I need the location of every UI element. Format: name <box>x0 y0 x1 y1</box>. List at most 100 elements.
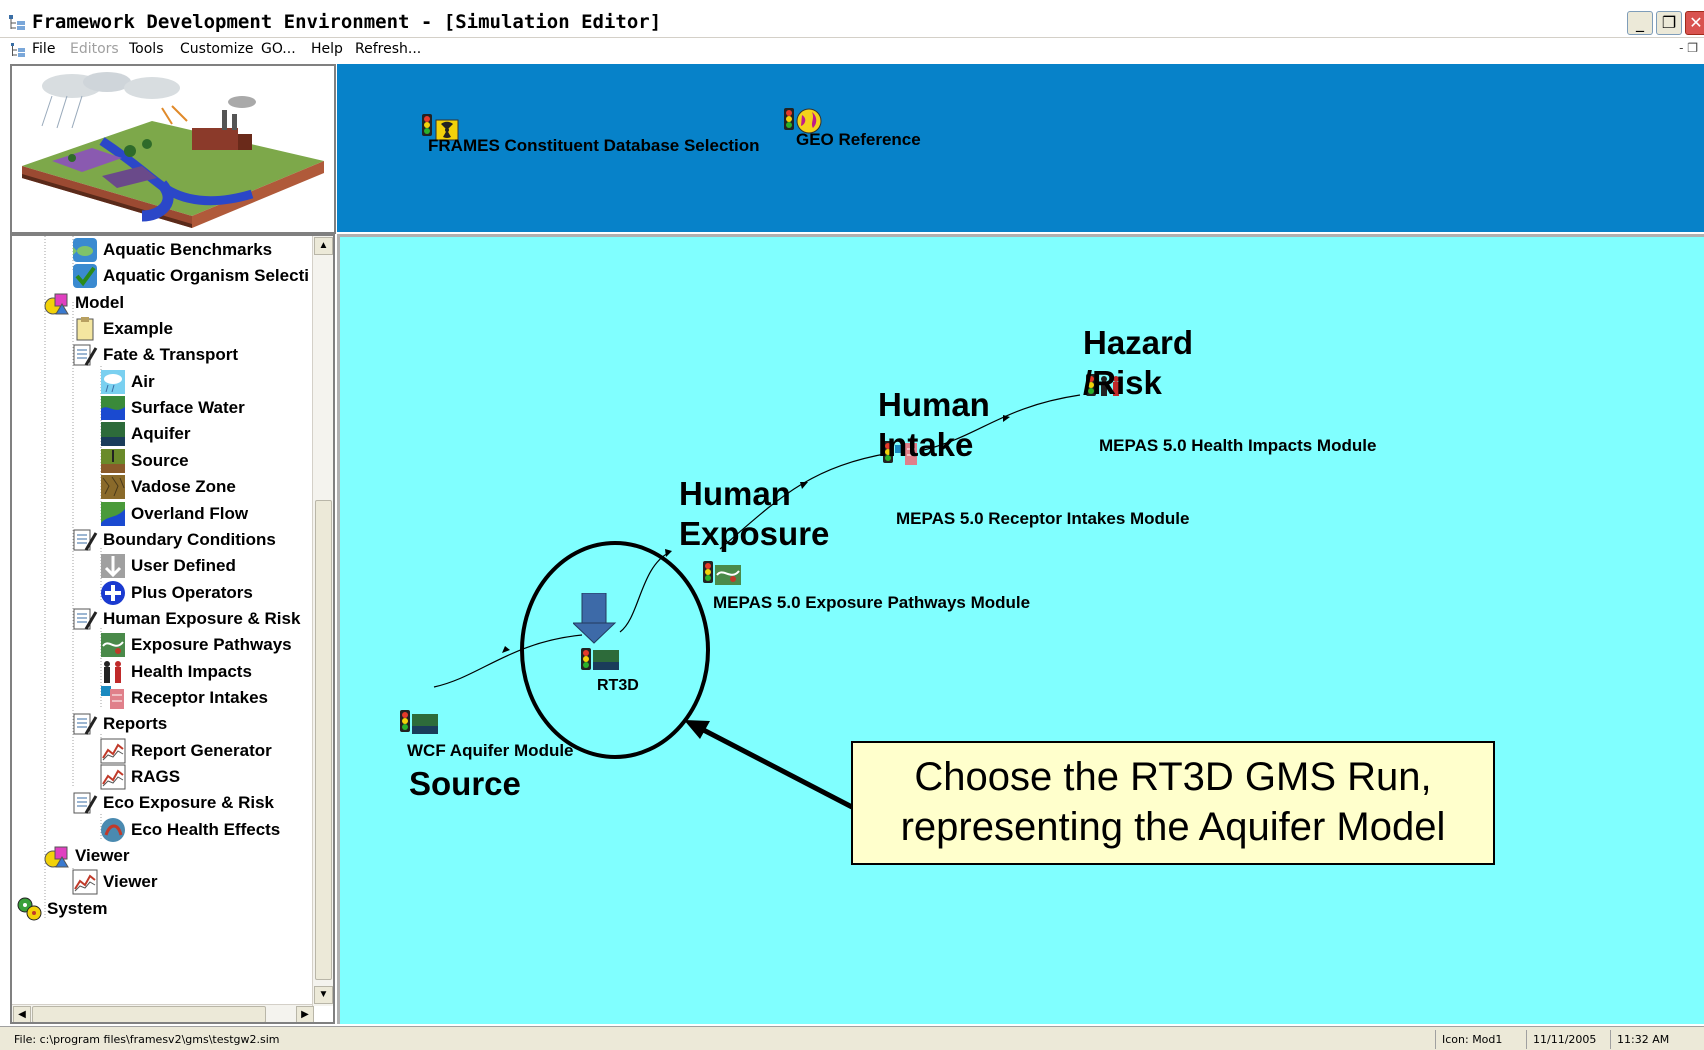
tree-item-label: Eco Health Effects <box>131 819 281 839</box>
connection-rt3d-to-exposure <box>619 551 671 633</box>
tree-item-label: Aquatic Organism Selecti <box>103 266 309 286</box>
plus-circle-icon <box>101 580 125 605</box>
node-label-exposure-pathways[interactable]: MEPAS 5.0 Exposure Pathways Module <box>713 593 1030 613</box>
tree-item-health-impacts[interactable]: Health Impacts <box>100 659 252 685</box>
app-tree-icon[interactable] <box>8 14 26 32</box>
simulation-canvas[interactable]: WCF Aquifer Module RT3D MEPAS 5.0 Exposu… <box>337 234 1704 1024</box>
tree-item-fate-transport[interactable]: Fate & Transport <box>72 342 238 368</box>
module-label-geo-reference[interactable]: GEO Reference <box>796 130 921 150</box>
node-label-receptor-intakes[interactable]: MEPAS 5.0 Receptor Intakes Module <box>896 509 1189 529</box>
tree-item-label: Eco Exposure & Risk <box>103 793 275 813</box>
tree-item-eco-exposure-risk[interactable]: Eco Exposure & Risk <box>72 790 274 816</box>
stage-label-source: Source <box>409 765 521 802</box>
user-defined-icon <box>101 554 125 579</box>
tree-item-label: RAGS <box>131 767 181 786</box>
tree-item-label: Vadose Zone <box>131 477 236 497</box>
horizontal-scroll-thumb[interactable] <box>32 1006 266 1022</box>
tree-item-aquatic-benchmarks[interactable]: Aquatic Benchmarks <box>72 237 272 263</box>
scroll-up-arrow-icon[interactable]: ▲ <box>314 237 333 255</box>
tree-item-exposure-pathways[interactable]: Exposure Pathways <box>100 632 292 658</box>
tree-item-aquifer[interactable]: Aquifer <box>100 421 191 447</box>
eco-health-icon <box>101 817 125 842</box>
tree-item-rags[interactable]: RAGS <box>100 764 180 790</box>
source-icon <box>101 448 125 473</box>
callout-line-1: Choose the RT3D GMS Run, <box>914 755 1432 799</box>
tree-item-system[interactable]: System <box>16 896 107 922</box>
menu-file[interactable]: File <box>32 41 55 57</box>
scroll-thumb[interactable] <box>315 500 332 980</box>
tree-horizontal-scrollbar[interactable]: ◀ ▶ <box>12 1004 314 1022</box>
tree-item-label: Aquifer <box>131 424 191 444</box>
scroll-left-arrow-icon[interactable]: ◀ <box>13 1006 31 1022</box>
callout-pointer-arrow <box>688 720 854 810</box>
tree-vertical-scrollbar[interactable]: ▲ ▼ <box>312 236 333 1006</box>
tree-item-label: Fate & Transport <box>103 345 239 365</box>
window-title: Framework Development Environment - [Sim… <box>32 11 662 33</box>
tree-item-label: Surface Water <box>131 398 245 418</box>
tree-item-overland-flow[interactable]: Overland Flow <box>100 501 248 527</box>
minimize-button[interactable]: _ <box>1627 11 1653 35</box>
menu-customize[interactable]: Customize <box>180 41 254 57</box>
node-label-health-impacts[interactable]: MEPAS 5.0 Health Impacts Module <box>1099 436 1376 456</box>
tree-item-surface-water[interactable]: Surface Water <box>100 395 245 421</box>
air-cloud-icon <box>101 369 125 394</box>
tree-item-label: Receptor Intakes <box>131 687 268 707</box>
line-graph-icon <box>100 764 126 790</box>
menu-go[interactable]: GO... <box>261 41 296 57</box>
tree-item-report-generator[interactable]: Report Generator <box>100 738 272 764</box>
tree-item-viewer[interactable]: Viewer <box>44 843 130 869</box>
system-gears-icon <box>17 897 42 921</box>
tree-item-user-defined[interactable]: User Defined <box>100 553 236 579</box>
status-date: 11/11/2005 <box>1526 1030 1596 1049</box>
tree-item-label: User Defined <box>131 556 236 576</box>
tree-item-air[interactable]: Air <box>100 369 155 395</box>
title-bar: Framework Development Environment - [Sim… <box>0 8 1704 38</box>
tree-item-source[interactable]: Source <box>100 448 189 474</box>
line-graph-icon <box>100 738 126 764</box>
tree-item-boundary-conditions[interactable]: Boundary Conditions <box>72 527 276 553</box>
node-label-rt3d[interactable]: RT3D <box>597 677 639 695</box>
connection-wcf-to-rt3d <box>433 634 583 688</box>
menu-refresh[interactable]: Refresh... <box>355 41 421 57</box>
menu-editors[interactable]: Editors <box>70 41 119 57</box>
scroll-down-arrow-icon[interactable]: ▼ <box>314 986 333 1004</box>
aquifer-module-icon[interactable] <box>398 708 440 736</box>
tree-item-example[interactable]: Example <box>72 316 173 342</box>
tree-item-viewer[interactable]: Viewer <box>72 869 158 895</box>
tree-item-human-exposure-risk[interactable]: Human Exposure & Risk <box>72 606 300 632</box>
node-label-wcf-aquifer[interactable]: WCF Aquifer Module <box>407 741 574 761</box>
menu-tools[interactable]: Tools <box>129 41 164 57</box>
overland-flow-icon <box>101 501 125 526</box>
tree-item-label: Viewer <box>103 872 158 892</box>
exposure-pathways-module-icon[interactable] <box>701 559 743 587</box>
tree-item-label: Boundary Conditions <box>103 529 276 549</box>
rt3d-module-icon[interactable] <box>581 646 621 672</box>
tree-item-label: Plus Operators <box>131 582 253 602</box>
document-pencil-icon <box>73 529 98 551</box>
mdi-window-controls[interactable]: - ❐ <box>1679 41 1698 55</box>
tree-item-aquatic-organism-selecti[interactable]: Aquatic Organism Selecti <box>72 263 309 289</box>
exposure-pathways-icon <box>101 633 125 658</box>
restore-button[interactable]: ❐ <box>1656 11 1682 35</box>
tree-item-eco-health-effects[interactable]: Eco Health Effects <box>100 817 280 843</box>
clipboard-icon <box>76 317 94 341</box>
module-label-frames-database[interactable]: FRAMES Constituent Database Selection <box>428 136 760 156</box>
status-time: 11:32 AM <box>1610 1030 1669 1049</box>
stage-label-hazard-risk-line2: /Risk <box>1083 364 1162 401</box>
close-button[interactable]: ✕ <box>1685 11 1704 35</box>
instruction-callout: Choose the RT3D GMS Run, representing th… <box>851 741 1495 865</box>
scroll-right-arrow-icon[interactable]: ▶ <box>296 1006 314 1022</box>
callout-line-2: representing the Aquifer Model <box>900 805 1446 849</box>
document-tree-icon[interactable] <box>10 42 26 58</box>
people-icon <box>104 660 121 683</box>
menu-help[interactable]: Help <box>311 41 343 57</box>
module-tree-view[interactable]: Aquatic Benchmarks Aquatic Organism Selec… <box>10 234 335 1024</box>
tree-item-model[interactable]: Model <box>44 290 124 316</box>
tree-item-receptor-intakes[interactable]: Receptor Intakes <box>100 685 268 711</box>
arrowhead-1 <box>502 646 510 653</box>
tree-item-plus-operators[interactable]: Plus Operators <box>100 580 253 606</box>
environment-landscape-image <box>22 72 324 228</box>
tree-item-reports[interactable]: Reports <box>72 711 167 737</box>
tree-item-vadose-zone[interactable]: Vadose Zone <box>100 474 236 500</box>
module-connections <box>433 394 1081 810</box>
